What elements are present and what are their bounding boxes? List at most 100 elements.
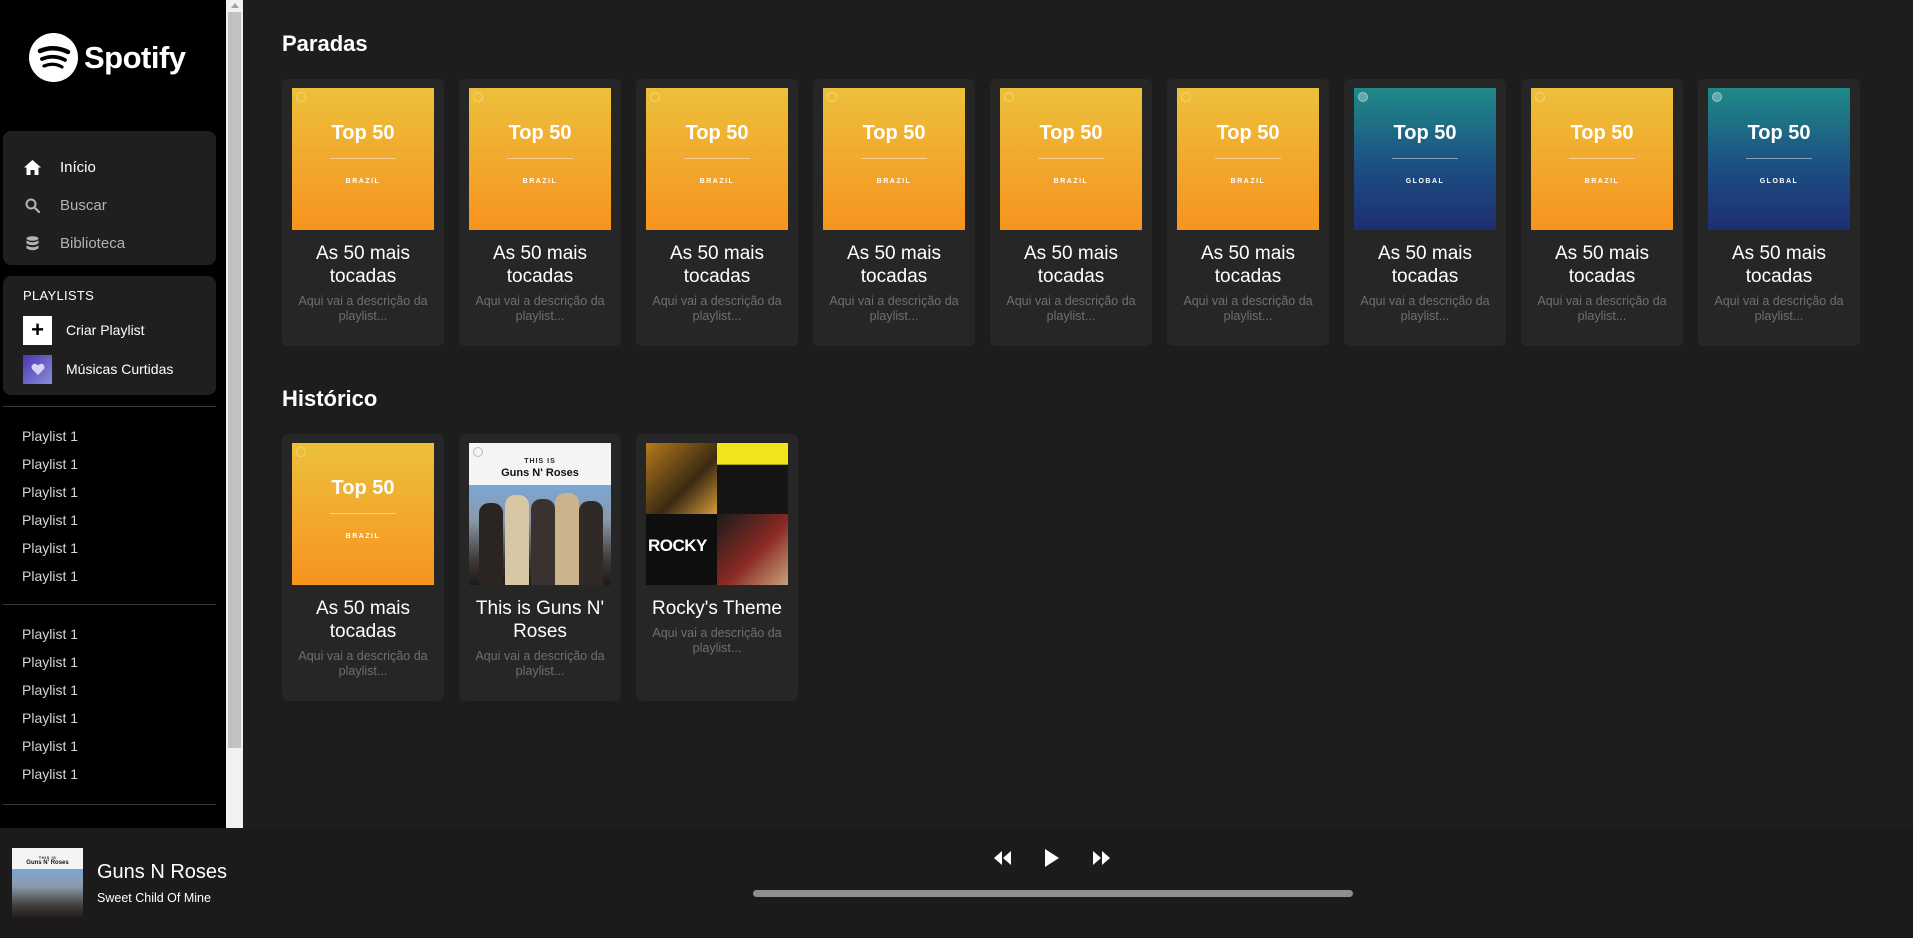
playlist-link[interactable]: Playlist 1 [22, 732, 78, 760]
playlist-card[interactable]: Top 50 BRAZIL As 50 mais tocadas Aqui vai… [636, 79, 798, 346]
cover-title: Top 50 [1039, 122, 1103, 144]
cover-divider [684, 158, 750, 159]
cover-title: Top 50 [1393, 122, 1457, 144]
playlist-link[interactable]: Playlist 1 [22, 450, 78, 478]
card-description: Aqui vai a descrição da playlist... [1006, 294, 1136, 323]
playlist-link[interactable]: Playlist 1 [22, 704, 78, 732]
liked-songs-button[interactable]: Músicas Curtidas [23, 354, 216, 384]
band-member-figure [555, 493, 579, 585]
create-playlist-button[interactable]: + Criar Playlist [23, 315, 216, 345]
cover-subtitle: BRAZIL [876, 178, 912, 185]
cover-divider [1215, 158, 1281, 159]
card-description: Aqui vai a descrição da playlist... [1360, 294, 1490, 323]
cover-title: Top 50 [331, 477, 395, 499]
playlist-link[interactable]: Playlist 1 [22, 676, 78, 704]
cover-title: Top 50 [685, 122, 749, 144]
cover-subtitle: GLOBAL [1405, 178, 1445, 185]
heart-icon [23, 354, 52, 384]
cover-divider [1038, 158, 1104, 159]
playlist-link[interactable]: Playlist 1 [22, 760, 78, 788]
card-description: Aqui vai a descrição da playlist... [652, 294, 782, 323]
card-title: As 50 mais tocadas [316, 243, 410, 287]
playlist-card[interactable]: THIS IS Guns N' Roses This is Guns N' Ro… [459, 434, 621, 701]
playlist-card[interactable]: Top 50 BRAZIL As 50 mais tocadas Aqui vai… [1521, 79, 1683, 346]
playlist-cover: Top 50 BRAZIL [292, 443, 434, 585]
playlist-cover: Top 50 GLOBAL [1708, 88, 1850, 230]
cover-subtitle: GLOBAL [1759, 178, 1799, 185]
rewind-button[interactable] [991, 847, 1013, 869]
playlist-card[interactable]: Top 50 BRAZIL As 50 mais tocadas Aqui vai… [459, 79, 621, 346]
card-description: Aqui vai a descrição da playlist... [298, 294, 428, 323]
playlist-link[interactable]: Playlist 1 [22, 534, 78, 562]
playlist-card[interactable]: Top 50 BRAZIL As 50 mais tocadas Aqui vai… [990, 79, 1152, 346]
playlist-card[interactable]: Top 50 GLOBAL As 50 mais tocadas Aqui vai… [1344, 79, 1506, 346]
playlist-link[interactable]: Playlist 1 [22, 506, 78, 534]
progress-bar[interactable] [753, 890, 1353, 897]
cover-subtitle: BRAZIL [1230, 178, 1266, 185]
sidebar-scrollbar[interactable] [226, 0, 243, 828]
nav-label: Início [60, 158, 96, 176]
now-playing-artist[interactable]: Guns N Roses [97, 861, 227, 884]
playlist-cover: Top 50 BRAZIL [292, 88, 434, 230]
playlist-card[interactable]: Top 50 BRAZIL As 50 mais tocadas Aqui vai… [1167, 79, 1329, 346]
cover-divider [330, 513, 396, 514]
cover-rocky-title-tile: ROCKY [646, 514, 717, 585]
main-content: Paradas Top 50 BRAZIL As 50 mais tocadas … [243, 0, 1913, 828]
card-title: As 50 mais tocadas [316, 598, 410, 642]
playlist-card[interactable]: Top 50 BRAZIL As 50 mais tocadas Aqui vai… [813, 79, 975, 346]
band-member-figure [531, 499, 555, 585]
playlist-link[interactable]: Playlist 1 [22, 422, 78, 450]
library-icon [23, 235, 41, 251]
cover-tiger-tile [646, 443, 717, 514]
playlists-panel: PLAYLISTS + Criar Playlist Músicas Curti… [3, 276, 216, 395]
playlist-link[interactable]: Playlist 1 [22, 562, 78, 590]
spotify-badge-icon [1712, 92, 1722, 102]
card-description: Aqui vai a descrição da playlist... [298, 649, 428, 678]
card-title: Rocky's Theme [652, 598, 782, 619]
cover-divider [1569, 158, 1635, 159]
playlist-card[interactable]: Top 50 BRAZIL As 50 mais tocadas Aqui vai… [282, 434, 444, 701]
spotify-badge-icon [296, 447, 306, 457]
spotify-badge-icon [827, 92, 837, 102]
scroll-thumb[interactable] [228, 12, 241, 748]
playlist-link[interactable]: Playlist 1 [22, 648, 78, 676]
play-button[interactable] [1041, 847, 1063, 869]
nav-item-inicio[interactable]: Início [3, 148, 216, 186]
fast-forward-button[interactable] [1091, 847, 1113, 869]
card-title: As 50 mais tocadas [1732, 243, 1826, 287]
player-bar: THIS IS Guns N' Roses Guns N Roses Sweet… [0, 828, 1913, 938]
playlist-link[interactable]: Playlist 1 [22, 478, 78, 506]
playlist-link[interactable]: Playlist 1 [22, 620, 78, 648]
card-description: Aqui vai a descrição da playlist... [1537, 294, 1667, 323]
card-title: As 50 mais tocadas [493, 243, 587, 287]
now-playing-track[interactable]: Sweet Child Of Mine [97, 891, 211, 905]
card-title: As 50 mais tocadas [1378, 243, 1472, 287]
card-title: As 50 mais tocadas [1024, 243, 1118, 287]
playlist-card[interactable]: Top 50 GLOBAL As 50 mais tocadas Aqui vai… [1698, 79, 1860, 346]
nav-item-biblioteca[interactable]: Biblioteca [3, 224, 216, 262]
spotify-badge-icon [1181, 92, 1191, 102]
scroll-up-arrow-icon[interactable] [231, 3, 239, 8]
cover-subtitle: BRAZIL [345, 533, 381, 540]
playlists-heading: PLAYLISTS [23, 288, 95, 303]
spotify-badge-icon [1004, 92, 1014, 102]
fast-forward-icon [1093, 851, 1110, 865]
playlist-cover: Top 50 BRAZIL [1177, 88, 1319, 230]
playlist-cover: Top 50 BRAZIL [1531, 88, 1673, 230]
now-playing-cover-title: Guns N' Roses [26, 860, 69, 866]
spotify-logo[interactable]: Spotify [29, 33, 186, 82]
cover-subtitle: BRAZIL [345, 178, 381, 185]
playlist-card[interactable]: Top 50 BRAZIL As 50 mais tocadas Aqui vai… [282, 79, 444, 346]
card-description: Aqui vai a descrição da playlist... [475, 649, 605, 678]
home-icon [23, 159, 41, 175]
history-row: Top 50 BRAZIL As 50 mais tocadas Aqui vai… [282, 434, 798, 701]
nav-item-buscar[interactable]: Buscar [3, 186, 216, 224]
cover-rocky-poster-tile [717, 514, 788, 585]
card-description: Aqui vai a descrição da playlist... [1183, 294, 1313, 323]
main-nav: Início Buscar Biblioteca [3, 131, 216, 265]
card-title: As 50 mais tocadas [670, 243, 764, 287]
cover-subtitle: BRAZIL [699, 178, 735, 185]
now-playing-cover[interactable]: THIS IS Guns N' Roses [12, 848, 83, 919]
playlist-card[interactable]: ROCKY Rocky's Theme Aqui vai a descrição… [636, 434, 798, 701]
divider [3, 406, 216, 407]
